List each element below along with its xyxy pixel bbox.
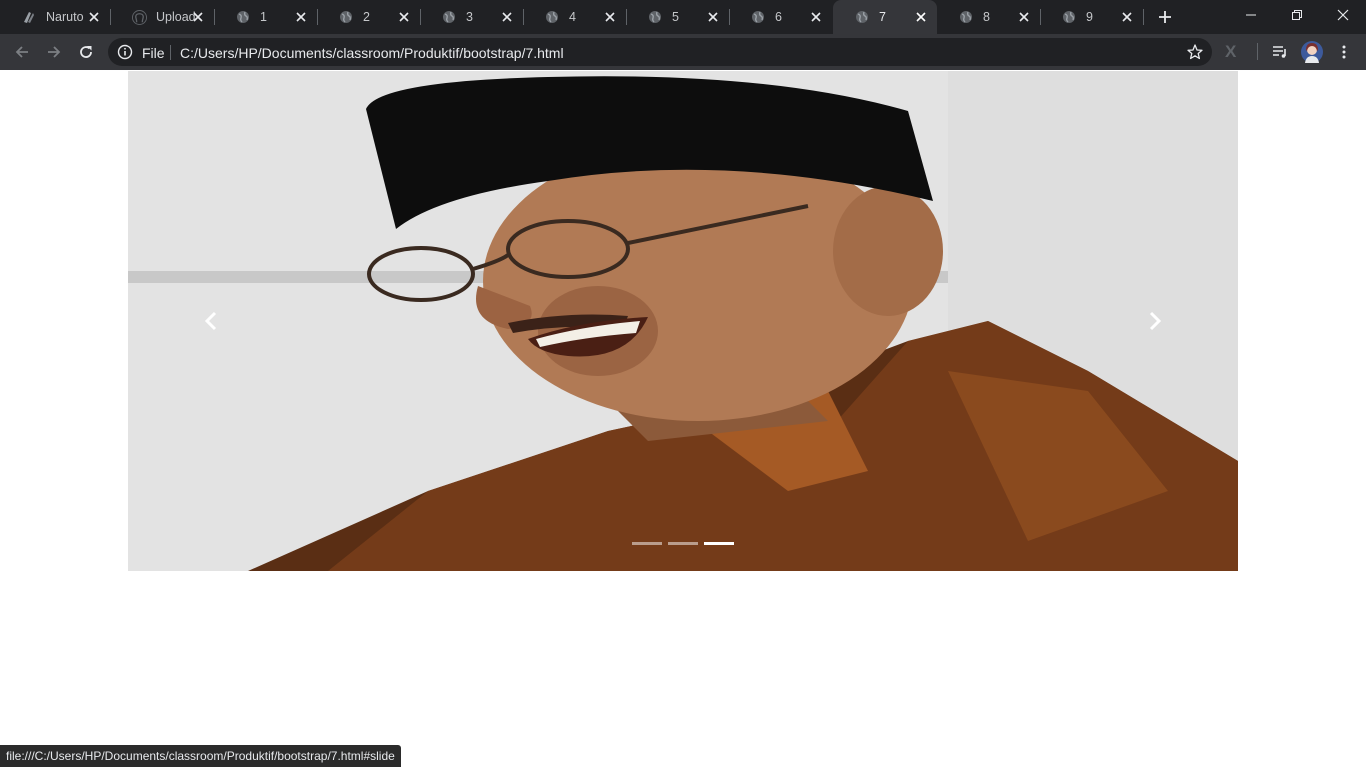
tab-3[interactable]: 3 [420, 0, 524, 34]
close-window-button[interactable] [1320, 0, 1366, 30]
tab-6[interactable]: 6 [729, 0, 832, 34]
minimize-button[interactable] [1228, 0, 1274, 30]
tab-close-icon[interactable] [499, 9, 515, 25]
github-icon [131, 9, 147, 25]
tab-close-icon[interactable] [1016, 9, 1032, 25]
restore-button[interactable] [1274, 0, 1320, 30]
tab-close-icon[interactable] [705, 9, 721, 25]
carousel-prev-button[interactable] [128, 71, 294, 571]
url-text[interactable]: C:/Users/HP/Documents/classroom/Produkti… [180, 45, 564, 61]
globe-icon [441, 9, 457, 25]
tab-4[interactable]: 4 [523, 0, 627, 34]
tab-close-icon[interactable] [602, 9, 618, 25]
carousel-next-button[interactable] [1072, 71, 1238, 571]
tab-2[interactable]: 2 [317, 0, 421, 34]
globe-icon [235, 9, 251, 25]
plus-icon [1159, 11, 1171, 23]
browser-toolbar: File C:/Users/HP/Documents/classroom/Pro… [0, 34, 1366, 70]
toolbar-separator [1257, 43, 1258, 60]
chevron-left-icon [204, 311, 217, 331]
tab-close-icon[interactable] [293, 9, 309, 25]
carousel-indicator-2[interactable] [668, 542, 698, 545]
globe-icon [544, 9, 560, 25]
tab-close-icon[interactable] [808, 9, 824, 25]
info-icon[interactable] [117, 44, 133, 60]
playlist-icon [1273, 46, 1286, 58]
globe-icon [750, 9, 766, 25]
arrow-left-icon [15, 46, 28, 58]
minimize-icon [1246, 14, 1256, 16]
avatar [1301, 41, 1323, 63]
tab-5[interactable]: 5 [626, 0, 730, 34]
chevron-right-icon [1149, 311, 1162, 331]
address-bar[interactable]: File C:/Users/HP/Documents/classroom/Pro… [108, 38, 1212, 66]
new-tab-button[interactable] [1154, 6, 1176, 28]
tab-7[interactable]: 7 [833, 0, 937, 34]
globe-icon [854, 9, 870, 25]
globe-icon [958, 9, 974, 25]
naruto-favicon-icon [21, 9, 37, 25]
tab-close-icon[interactable] [396, 9, 412, 25]
tab-separator [1143, 9, 1144, 25]
tab-close-icon[interactable] [1119, 9, 1135, 25]
profile-avatar-button[interactable] [1298, 38, 1326, 66]
omnibox-divider [170, 45, 171, 60]
media-control-button[interactable] [1266, 38, 1294, 66]
status-url-bubble: file:///C:/Users/HP/Documents/classroom/… [0, 745, 401, 767]
close-icon [1337, 9, 1349, 21]
carousel-indicators [128, 542, 1238, 545]
reload-button[interactable] [72, 38, 100, 66]
scheme-label: File [142, 45, 165, 61]
menu-button[interactable] [1330, 38, 1358, 66]
extension-x-icon[interactable]: X [1225, 42, 1236, 62]
tab-naruto[interactable]: Naruto [0, 0, 111, 34]
restore-icon [1292, 10, 1302, 20]
tab-8[interactable]: 8 [937, 0, 1041, 34]
back-button[interactable] [8, 38, 36, 66]
carousel-indicator-1[interactable] [632, 542, 662, 545]
tab-close-icon[interactable] [190, 9, 206, 25]
tab-1[interactable]: 1 [214, 0, 318, 34]
kebab-menu-icon [1342, 45, 1346, 59]
globe-icon [647, 9, 663, 25]
tab-9[interactable]: 9 [1040, 0, 1144, 34]
tab-strip: Naruto Upload 1 2 3 4 5 6 7 8 9 [0, 0, 1366, 34]
reload-icon [80, 46, 92, 58]
image-carousel [128, 71, 1238, 571]
forward-button[interactable] [40, 38, 68, 66]
bookmark-star-icon[interactable] [1186, 43, 1204, 61]
tab-upload[interactable]: Upload [110, 0, 215, 34]
tab-close-icon[interactable] [86, 9, 102, 25]
arrow-right-icon [48, 46, 61, 58]
tab-close-icon[interactable] [913, 9, 929, 25]
globe-icon [1061, 9, 1077, 25]
globe-icon [338, 9, 354, 25]
carousel-indicator-3[interactable] [704, 542, 734, 545]
